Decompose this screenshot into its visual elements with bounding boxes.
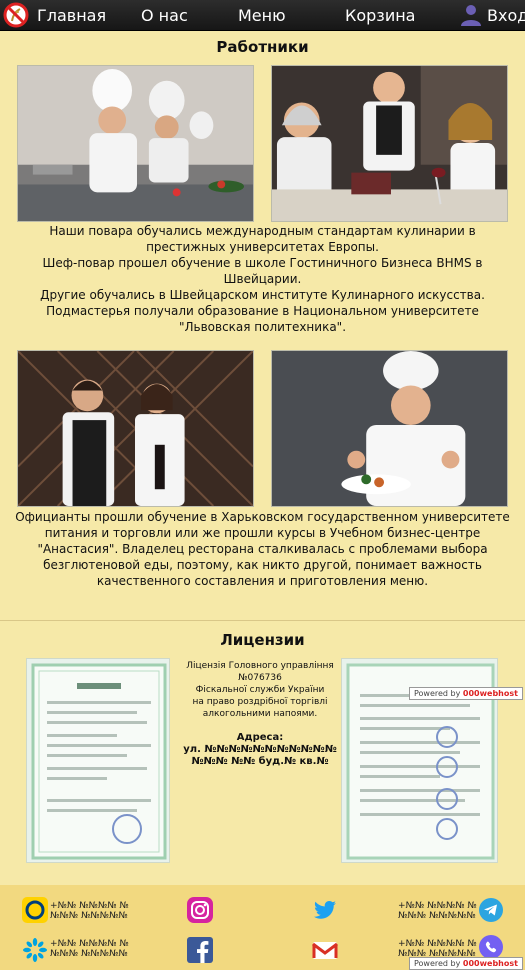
staff-line-3: Другие обучались в Швейцарском институте… bbox=[40, 288, 485, 302]
chef-plating-photo bbox=[271, 350, 508, 507]
telegram-icon[interactable] bbox=[478, 897, 504, 923]
chefs-cooking-photo bbox=[17, 65, 254, 222]
nav-cart-link[interactable]: Корзина bbox=[345, 6, 415, 25]
staff-paragraph-2: Официанты прошли обучение в Харьковском … bbox=[15, 510, 510, 588]
kyivstar-icon[interactable] bbox=[22, 937, 48, 963]
badge-brand: 000webhost bbox=[462, 689, 518, 698]
staff-title: Работники bbox=[216, 38, 309, 56]
contact-1-text: +№№ №№№№ № №№№ №№№№№ bbox=[50, 901, 129, 921]
staff-line-4: Подмастерья получали образование в Нацио… bbox=[46, 304, 479, 334]
user-icon[interactable] bbox=[459, 3, 483, 27]
waiter-serving-photo bbox=[271, 65, 508, 222]
nav-about-link[interactable]: О нас bbox=[141, 6, 188, 25]
powered-by-badge[interactable]: Powered by 000webhost bbox=[409, 687, 523, 700]
contact-2[interactable]: +№№ №№№№ № №№№ №№№№№ bbox=[398, 901, 477, 921]
gmail-icon[interactable] bbox=[312, 937, 338, 963]
powered-by-badge-footer[interactable]: Powered by 000webhost bbox=[409, 957, 523, 970]
license-text: Ліцензія Головного управління №076736 Фі… bbox=[180, 660, 340, 768]
license-line-5: алкогольними напоями. bbox=[202, 709, 318, 719]
footer: +№№ №№№№ № №№№ №№№№№ +№№ №№№№ № №№№ №№№№… bbox=[0, 885, 525, 970]
license-document-1 bbox=[26, 658, 170, 863]
license-line-3: Фіскальної служби України bbox=[195, 685, 325, 695]
contact-1[interactable]: +№№ №№№№ № №№№ №№№№№ bbox=[50, 901, 129, 921]
nav-login-link[interactable]: Вход bbox=[487, 6, 525, 25]
waiters-wine-photo bbox=[17, 350, 254, 507]
nav-menu-link[interactable]: Меню bbox=[238, 6, 286, 25]
top-nav: Главная О нас Меню Корзина Вход bbox=[0, 0, 525, 31]
staff-line-1: Наши повара обучались международным стан… bbox=[49, 224, 476, 254]
badge-footer-prefix: Powered by bbox=[414, 959, 461, 968]
instagram-icon[interactable] bbox=[187, 897, 213, 923]
lifecell-icon[interactable] bbox=[22, 897, 48, 923]
twitter-icon[interactable] bbox=[312, 897, 338, 923]
contact-3-text: +№№ №№№№ № №№№ №№№№№ bbox=[50, 939, 129, 959]
licenses-title: Лицензии bbox=[220, 631, 305, 649]
address-label: Адреса: bbox=[236, 732, 284, 743]
license-line-2: №076736 bbox=[238, 673, 282, 683]
staff-paragraph-1: Наши повара обучались международным стан… bbox=[12, 223, 513, 335]
contact-4-text: +№№ №№№№ № №№№ №№№№№ bbox=[398, 939, 477, 959]
contact-3[interactable]: +№№ №№№№ № №№№ №№№№№ bbox=[50, 939, 129, 959]
license-line-4: на право роздрібної торгівлі bbox=[192, 697, 328, 707]
staff-line-2: Шеф-повар прошел обучение в школе Гостин… bbox=[42, 256, 483, 286]
license-line-1: Ліцензія Головного управління bbox=[186, 661, 334, 671]
nav-home-link[interactable]: Главная bbox=[37, 6, 106, 25]
facebook-icon[interactable] bbox=[187, 937, 213, 963]
address-value: ул. №№№№№№№№№№№№№№ №№ буд.№ кв.№ bbox=[183, 744, 337, 767]
contact-4[interactable]: +№№ №№№№ № №№№ №№№№№ bbox=[398, 939, 477, 959]
contact-2-text: +№№ №№№№ № №№№ №№№№№ bbox=[398, 901, 477, 921]
badge-prefix: Powered by bbox=[414, 689, 461, 698]
no-gluten-logo-icon[interactable] bbox=[3, 2, 29, 28]
badge-footer-brand: 000webhost bbox=[462, 959, 518, 968]
section-divider bbox=[0, 620, 525, 621]
